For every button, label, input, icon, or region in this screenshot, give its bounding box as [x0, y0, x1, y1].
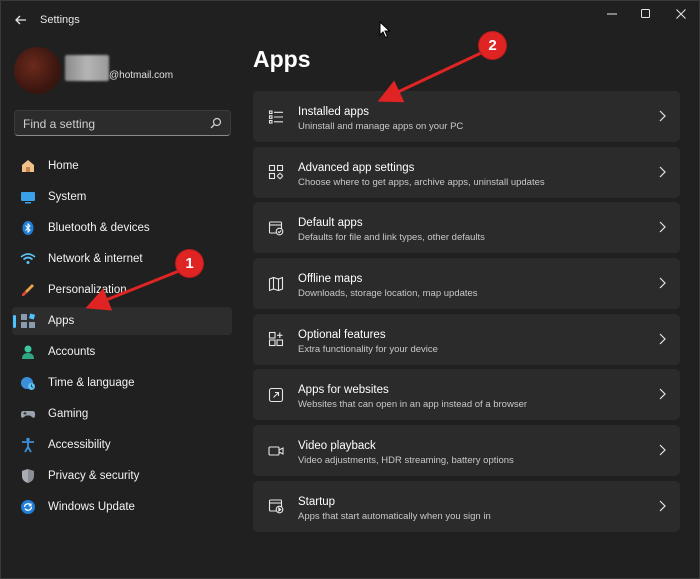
chevron-right-icon	[659, 444, 666, 456]
maximize-button[interactable]	[631, 5, 661, 23]
home-icon	[20, 158, 36, 174]
card-title: Apps for websites	[298, 384, 389, 397]
card-description: Uninstall and manage apps on your PC	[298, 121, 464, 132]
sidebar-item-label: Bluetooth & devices	[48, 222, 150, 234]
bluetooth-icon	[20, 220, 36, 236]
card-description: Extra functionality for your device	[298, 343, 438, 355]
card-description: Video adjustments, HDR streaming, batter…	[298, 455, 514, 467]
globe-clock-icon	[20, 375, 36, 391]
back-button[interactable]	[11, 10, 31, 30]
brush-icon	[20, 282, 36, 298]
card-apps-for-websites[interactable]: Apps for websites Websites that can open…	[253, 369, 680, 421]
sidebar-item-label: Privacy & security	[48, 470, 140, 482]
chevron-right-icon	[659, 333, 666, 345]
chevron-right-icon	[659, 277, 666, 289]
card-optional-features[interactable]: Optional features Extra functionality fo…	[253, 313, 680, 365]
card-default-apps[interactable]: Default apps Defaults for file and link …	[253, 202, 680, 254]
page-title: Apps	[253, 46, 311, 72]
settings-card-list: Installed apps Uninstall and manage apps…	[253, 91, 680, 537]
default-apps-icon	[267, 219, 284, 236]
account-email: @hotmail.com	[109, 70, 174, 81]
card-advanced-app-settings[interactable]: Advanced app settings Choose where to ge…	[253, 146, 680, 198]
search-box[interactable]: Find a setting	[14, 110, 231, 136]
open-link-icon	[267, 386, 284, 403]
chevron-right-icon	[659, 166, 666, 178]
card-title: Offline maps	[298, 273, 363, 286]
card-description: Websites that can open in an app instead…	[298, 399, 528, 411]
video-icon	[267, 442, 284, 459]
card-video-playback[interactable]: Video playback Video adjustments, HDR st…	[253, 425, 680, 477]
card-title: Optional features	[298, 328, 386, 341]
map-icon	[267, 275, 284, 292]
title-bar: Settings	[1, 1, 699, 39]
sidebar-item-apps[interactable]: Apps	[12, 307, 232, 335]
card-offline-maps[interactable]: Offline maps Downloads, storage location…	[253, 258, 680, 310]
sidebar-item-accounts[interactable]: Accounts	[12, 338, 232, 366]
sidebar-item-bluetooth[interactable]: Bluetooth & devices	[12, 214, 232, 242]
display-icon	[20, 189, 36, 205]
search-icon	[210, 117, 222, 129]
sidebar-item-label: System	[48, 191, 87, 203]
blurred-username	[65, 55, 109, 81]
update-icon	[20, 499, 36, 515]
sidebar-item-label: Personalization	[48, 284, 127, 296]
sidebar-item-label: Gaming	[48, 408, 89, 420]
sidebar-item-time-language[interactable]: Time & language	[12, 369, 232, 397]
sidebar-item-personalization[interactable]: Personalization	[12, 276, 232, 304]
sidebar-item-windows-update[interactable]: Windows Update	[12, 493, 232, 521]
sidebar-item-system[interactable]: System	[12, 183, 232, 211]
shield-icon	[20, 468, 36, 484]
list-icon	[267, 108, 284, 125]
card-startup[interactable]: Startup Apps that start automatically wh…	[253, 480, 680, 532]
chevron-right-icon	[659, 110, 666, 122]
sidebar-item-home[interactable]: Home	[12, 152, 232, 180]
sidebar-item-label: Time & language	[48, 377, 135, 389]
card-description: Apps that start automatically when you s…	[298, 510, 491, 522]
card-title: Installed apps	[298, 106, 369, 118]
back-arrow-icon	[15, 15, 26, 25]
sidebar-item-privacy[interactable]: Privacy & security	[12, 462, 232, 490]
card-title: Startup	[298, 495, 336, 508]
chevron-right-icon	[659, 500, 666, 512]
avatar[interactable]	[14, 47, 61, 94]
card-title: Video playback	[298, 440, 376, 453]
sidebar-item-label: Apps	[48, 315, 75, 327]
person-icon	[20, 344, 36, 360]
window-title: Settings	[40, 14, 80, 26]
sidebar-item-accessibility[interactable]: Accessibility	[12, 431, 232, 459]
wifi-icon	[20, 251, 36, 267]
close-icon	[676, 9, 686, 19]
minimize-icon	[607, 13, 617, 15]
app-settings-icon	[267, 164, 284, 181]
sidebar-item-label: Accessibility	[48, 439, 111, 451]
apps-icon	[20, 313, 36, 329]
annotation-badge-2: 2	[479, 32, 506, 59]
sidebar-item-label: Windows Update	[48, 501, 135, 513]
search-input[interactable]: Find a setting	[23, 117, 95, 131]
startup-icon	[267, 498, 284, 515]
card-title: Advanced app settings	[298, 161, 415, 174]
card-description: Defaults for file and link types, other …	[298, 232, 485, 244]
card-title: Default apps	[298, 217, 363, 230]
sidebar-nav: Home System Bluetooth & devices Network …	[12, 152, 232, 524]
maximize-icon	[641, 9, 650, 18]
sidebar-item-gaming[interactable]: Gaming	[12, 400, 232, 428]
card-description: Choose where to get apps, archive apps, …	[298, 176, 545, 188]
card-description: Downloads, storage location, map updates	[298, 288, 478, 300]
chevron-right-icon	[659, 221, 666, 233]
sidebar-item-label: Network & internet	[48, 253, 143, 265]
chevron-right-icon	[659, 389, 666, 400]
minimize-button[interactable]	[597, 5, 627, 23]
sidebar-item-label: Accounts	[48, 346, 96, 358]
close-button[interactable]	[666, 5, 696, 23]
sidebar-item-label: Home	[48, 160, 79, 172]
gamepad-icon	[20, 406, 36, 422]
mouse-cursor-icon	[379, 21, 391, 39]
settings-window: Settings @hotmail.com Find a setting Hom…	[0, 0, 700, 579]
add-grid-icon	[267, 331, 284, 348]
card-installed-apps[interactable]: Installed apps Uninstall and manage apps…	[253, 91, 680, 142]
accessibility-icon	[20, 437, 36, 453]
annotation-badge-1: 1	[176, 250, 203, 277]
